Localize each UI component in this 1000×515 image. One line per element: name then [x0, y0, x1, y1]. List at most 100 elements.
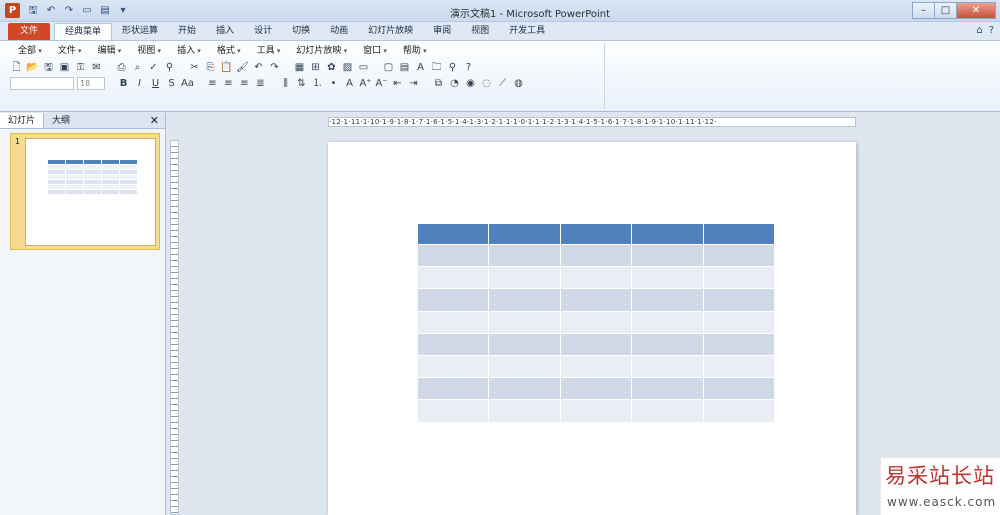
font-name-box[interactable]: [10, 77, 74, 90]
shadow-icon[interactable]: S: [165, 77, 178, 90]
table-row[interactable]: [416, 310, 776, 334]
slide-thumbnail[interactable]: [10, 133, 160, 250]
tab-review[interactable]: 审阅: [423, 23, 461, 40]
numbering-icon[interactable]: ⒈: [311, 77, 324, 90]
columns-icon[interactable]: ⫼: [279, 77, 292, 90]
bullets-icon[interactable]: •: [327, 77, 340, 90]
font-color-icon[interactable]: A: [343, 77, 356, 90]
email-icon[interactable]: ✉: [90, 61, 103, 74]
slide-canvas[interactable]: [328, 142, 856, 515]
menu-edit[interactable]: 编辑: [90, 44, 130, 58]
minimize-button[interactable]: –: [912, 2, 934, 19]
align-right-icon[interactable]: ≡: [238, 77, 251, 90]
menu-slideshow[interactable]: 幻灯片放映: [288, 44, 355, 58]
grow-font-icon[interactable]: A⁺: [359, 77, 372, 90]
close-button[interactable]: ✕: [956, 2, 996, 19]
help-icon[interactable]: ?: [462, 61, 475, 74]
permission-icon[interactable]: ⚿: [74, 61, 87, 74]
tab-classic-menu[interactable]: 经典菜单: [54, 23, 113, 40]
spelling-icon[interactable]: ✓: [147, 61, 160, 74]
slide-thumbnail-canvas: [25, 138, 156, 246]
tab-slides[interactable]: 幻灯片: [0, 113, 45, 128]
table-row[interactable]: [416, 354, 776, 379]
open-icon[interactable]: 📂: [26, 61, 39, 74]
table-row[interactable]: [416, 399, 776, 423]
arrange-icon[interactable]: ⧉: [432, 77, 445, 90]
menu-window[interactable]: 窗口: [355, 44, 395, 58]
table-row[interactable]: [416, 266, 776, 290]
menu-file[interactable]: 文件: [50, 44, 90, 58]
tab-slideshow[interactable]: 幻灯片放映: [358, 23, 423, 40]
tab-view[interactable]: 视图: [461, 23, 499, 40]
menu-help[interactable]: 帮助: [395, 44, 435, 58]
underline-icon[interactable]: U: [149, 77, 162, 90]
shape-fill-icon[interactable]: ◉: [464, 77, 477, 90]
help-icon[interactable]: ?: [989, 25, 994, 36]
zoom-icon[interactable]: ⚲: [446, 61, 459, 74]
shape-effects-icon[interactable]: ◍: [512, 77, 525, 90]
pdf-icon[interactable]: ▣: [58, 61, 71, 74]
italic-icon[interactable]: I: [133, 77, 146, 90]
ribbon-tabs: 文件 经典菜单 形状运算 开始 插入 设计 切换 动画 幻灯片放映 审阅 视图 …: [0, 22, 1000, 40]
textbox-icon[interactable]: ▭: [357, 61, 370, 74]
menu-all[interactable]: 全部: [10, 44, 50, 58]
layout-icon[interactable]: ▤: [398, 61, 411, 74]
table-row[interactable]: [416, 288, 776, 312]
justify-icon[interactable]: ≣: [254, 77, 267, 90]
tab-insert[interactable]: 插入: [206, 23, 244, 40]
table-row[interactable]: [416, 332, 776, 356]
chart-icon[interactable]: ▦: [293, 61, 306, 74]
align-left-icon[interactable]: ≡: [206, 77, 219, 90]
format-painter-icon[interactable]: 🖌: [236, 61, 249, 74]
table-row[interactable]: [416, 377, 776, 401]
indent-decrease-icon[interactable]: ⇤: [391, 77, 404, 90]
tab-animations[interactable]: 动画: [320, 23, 358, 40]
research-icon[interactable]: ⚲: [163, 61, 176, 74]
table-header-row[interactable]: [416, 223, 776, 245]
tab-design[interactable]: 设计: [244, 23, 282, 40]
close-icon[interactable]: ✕: [150, 113, 159, 129]
tab-outline[interactable]: 大纲: [44, 113, 78, 128]
save-icon[interactable]: 🖫: [42, 61, 55, 74]
cut-icon[interactable]: ✂: [188, 61, 201, 74]
horizontal-ruler[interactable]: ·12·1·11·1·10·1·9·1·8·1·7·1·6·1·5·1·4·1·…: [328, 117, 856, 127]
picture-icon[interactable]: ▨: [341, 61, 354, 74]
print-icon[interactable]: ⎙: [115, 61, 128, 74]
copy-icon[interactable]: ⎘: [204, 61, 217, 74]
font-size-box[interactable]: 18: [77, 77, 105, 90]
shape-outline-icon[interactable]: ◌: [480, 77, 493, 90]
redo-icon[interactable]: ↷: [268, 61, 281, 74]
menu-view[interactable]: 视图: [129, 44, 169, 58]
tab-shape-ops[interactable]: 形状运算: [112, 23, 168, 40]
menu-format[interactable]: 格式: [209, 44, 249, 58]
menu-tools[interactable]: 工具: [249, 44, 289, 58]
text-a-icon[interactable]: A: [414, 61, 427, 74]
slide-table[interactable]: [416, 223, 776, 423]
indent-increase-icon[interactable]: ⇥: [407, 77, 420, 90]
vertical-ruler[interactable]: [170, 140, 179, 515]
text-direction-icon[interactable]: ⇅: [295, 77, 308, 90]
minimize-ribbon-icon[interactable]: ⌂: [976, 25, 982, 36]
table-row[interactable]: [416, 243, 776, 268]
tab-home[interactable]: 开始: [168, 23, 206, 40]
menu-insert[interactable]: 插入: [169, 44, 209, 58]
shapes-icon[interactable]: ◔: [448, 77, 461, 90]
paste-icon[interactable]: 📋: [220, 61, 233, 74]
watermark-logo: 易采站长站: [885, 464, 995, 488]
new-icon[interactable]: 🗋: [10, 61, 23, 74]
tab-file[interactable]: 文件: [8, 23, 51, 40]
maximize-button[interactable]: □: [934, 2, 956, 19]
print-preview-icon[interactable]: ⌕: [131, 61, 144, 74]
table-icon[interactable]: ⊞: [309, 61, 322, 74]
tab-developer[interactable]: 开发工具: [499, 23, 555, 40]
clipart-icon[interactable]: ✿: [325, 61, 338, 74]
bold-icon[interactable]: B: [117, 77, 130, 90]
shrink-font-icon[interactable]: A⁻: [375, 77, 388, 90]
change-case-icon[interactable]: Aa: [181, 77, 194, 90]
align-center-icon[interactable]: ≡: [222, 77, 235, 90]
folder-icon[interactable]: 🗀: [430, 61, 443, 74]
undo-icon[interactable]: ↶: [252, 61, 265, 74]
tab-transitions[interactable]: 切换: [282, 23, 320, 40]
new-slide-icon[interactable]: ▢: [382, 61, 395, 74]
line-style-icon[interactable]: ⟋: [496, 77, 509, 90]
